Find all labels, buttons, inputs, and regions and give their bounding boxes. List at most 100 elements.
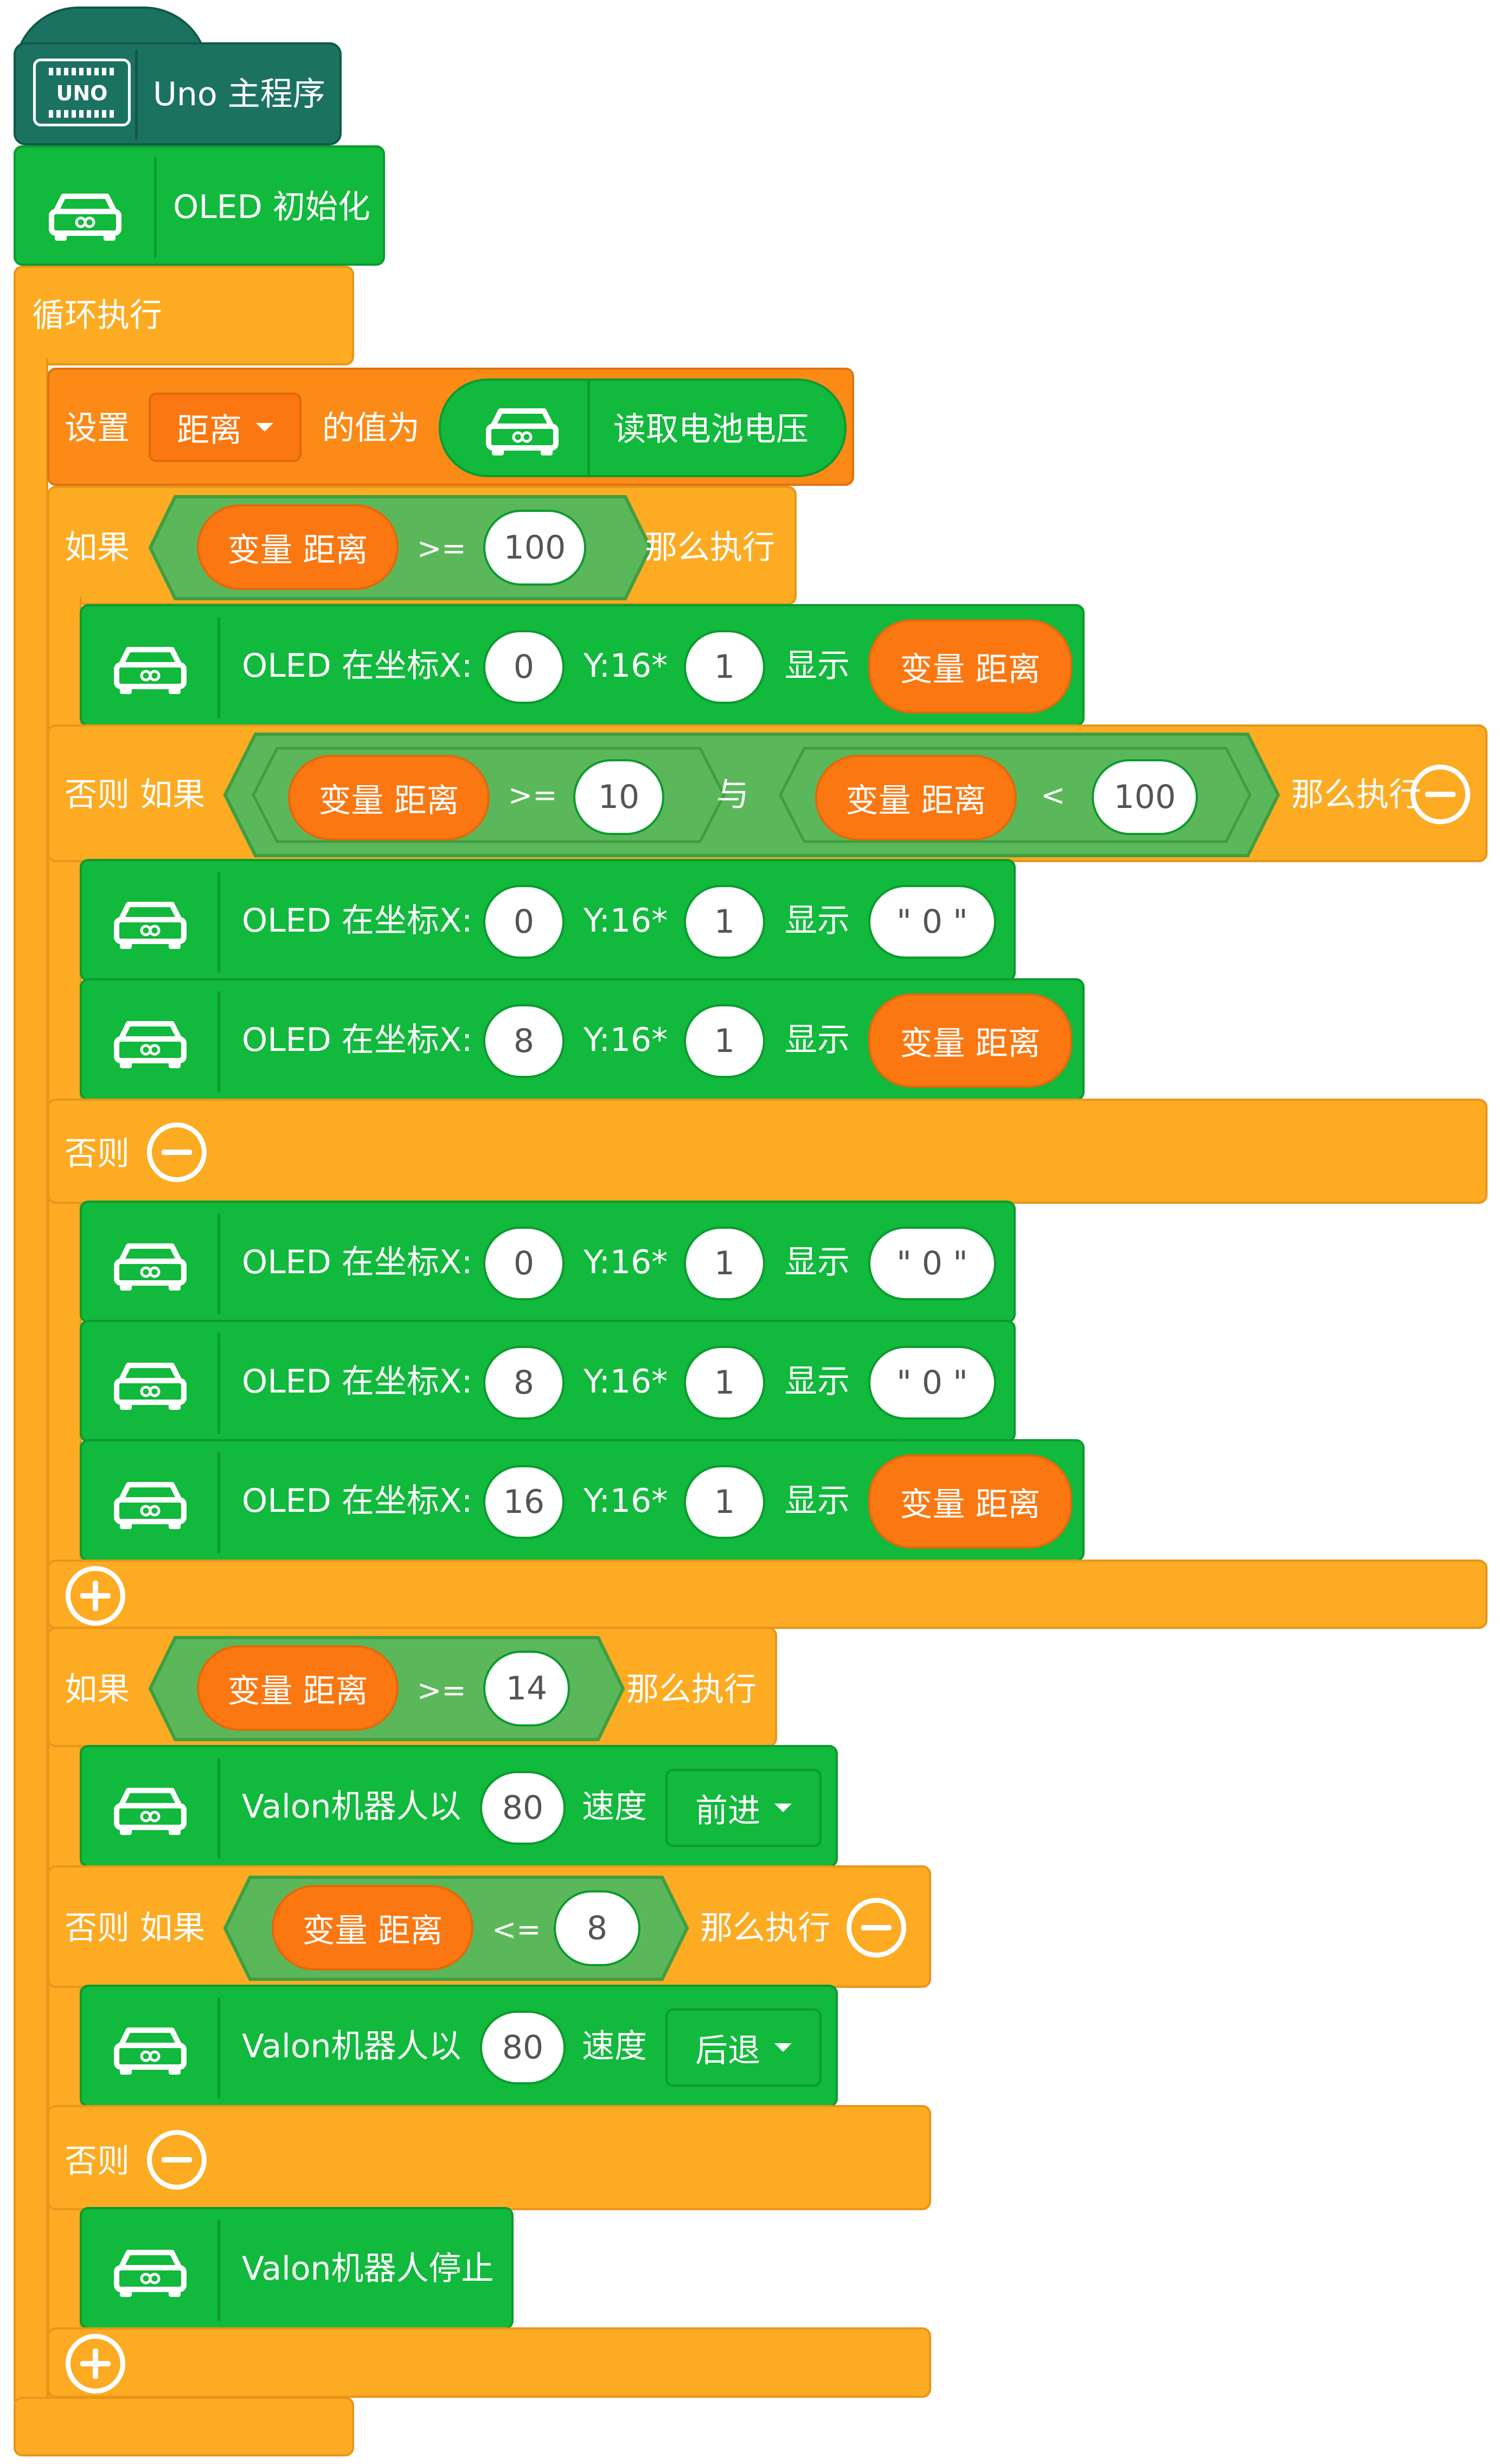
oled-coordinate-label: OLED 在坐标X: [242,1482,473,1520]
y-input[interactable]: 1 [684,885,765,959]
minus-icon[interactable] [147,1122,207,1182]
stop-label: Valon机器人停止 [242,2250,494,2288]
y-label: Y:16* [584,1021,668,1059]
robot-car-icon [112,1353,188,1413]
block-separator [217,2220,220,2321]
set-variable-block[interactable]: 设置 距离 的值为 读取电池电压 [47,368,854,486]
variable-reporter[interactable]: 变量 距离 [868,1454,1072,1549]
oled-coordinate-label: OLED 在坐标X: [242,1243,473,1281]
if-label: 如果 [65,529,130,567]
chevron-down-icon [774,2043,792,2052]
oled-display-block[interactable]: OLED 在坐标X: 0 Y:16* 1 显示 " 0 " [80,859,1016,981]
block-separator [217,1758,220,1859]
robot-stop-block[interactable]: Valon机器人停止 [80,2207,514,2330]
x-input[interactable]: 8 [483,1004,565,1078]
y-input[interactable]: 1 [684,1004,765,1078]
else-label: 否则 [65,2142,130,2180]
read-battery-voltage-reporter[interactable]: 读取电池电压 [439,378,847,477]
robot-car-icon [112,1012,188,1071]
main-program-hat-block[interactable]: UNO Uno 主程序 [14,42,342,145]
else-header[interactable]: 否则 [47,2105,931,2210]
oled-display-block[interactable]: OLED 在坐标X: 0 Y:16* 1 显示 变量 距离 [80,604,1085,727]
minus-icon[interactable] [847,1898,906,1958]
variable-reporter[interactable]: 变量 距离 [197,504,399,590]
direction-value: 前进 [695,1792,760,1830]
y-input[interactable]: 1 [684,1227,765,1300]
oled-display-block[interactable]: OLED 在坐标X: 8 Y:16* 1 显示 变量 距离 [80,978,1085,1101]
comparison-operator: >= [417,1673,466,1708]
oled-display-block[interactable]: OLED 在坐标X: 16 Y:16* 1 显示 变量 距离 [80,1439,1085,1562]
if-block-header[interactable]: 如果 变量 距离 >= 100 那么执行 [47,486,797,605]
chevron-down-icon [256,423,273,432]
direction-dropdown[interactable]: 后退 [665,2009,822,2087]
board-pins-bottom [49,110,114,118]
text-value-input[interactable]: " 0 " [868,1227,996,1300]
else-header[interactable]: 否则 [47,1099,1488,1204]
y-input[interactable]: 1 [684,1346,765,1420]
else-if-header[interactable]: 否则 如果 变量 距离 <= 8 那么执行 [47,1865,931,1988]
x-input[interactable]: 0 [483,885,565,959]
robot-car-icon [112,1234,188,1294]
show-label: 显示 [785,1482,850,1520]
oled-init-block[interactable]: OLED 初始化 [14,145,385,266]
and-label: 与 [716,776,749,814]
variable-reporter[interactable]: 变量 距离 [288,755,490,840]
direction-dropdown[interactable]: 前进 [665,1769,822,1847]
text-value-input[interactable]: " 0 " [868,885,996,959]
comparison-operator: >= [508,778,557,812]
compare-value[interactable]: 14 [483,1651,570,1727]
variable-reporter[interactable]: 变量 距离 [197,1645,399,1731]
show-label: 显示 [785,1363,850,1401]
direction-value: 后退 [695,2031,760,2070]
set-label: 设置 [65,409,130,447]
x-input[interactable]: 0 [483,1227,565,1300]
board-label: UNO [56,81,108,105]
else-if-label: 否则 如果 [65,1909,206,1947]
value-label: 的值为 [322,409,420,447]
variable-dropdown[interactable]: 距离 [149,393,302,462]
plus-icon[interactable] [66,1566,125,1626]
variable-reporter[interactable]: 变量 距离 [815,755,1017,840]
x-input[interactable]: 16 [483,1465,565,1539]
robot-move-block[interactable]: Valon机器人以 80 速度 后退 [80,1985,838,2107]
compare-value[interactable]: 10 [573,759,664,835]
oled-display-block[interactable]: OLED 在坐标X: 0 Y:16* 1 显示 " 0 " [80,1201,1016,1323]
variable-reporter[interactable]: 变量 距离 [272,1885,473,1971]
y-input[interactable]: 1 [684,630,765,704]
forever-loop-block[interactable]: 循环执行 [14,266,354,365]
oled-coordinate-label: OLED 在坐标X: [242,902,473,940]
move-label: Valon机器人以 [242,1788,461,1826]
minus-icon[interactable] [1411,765,1470,824]
show-label: 显示 [785,902,850,940]
compare-value[interactable]: 8 [554,1890,640,1966]
then-label: 那么执行 [626,1671,757,1709]
robot-move-block[interactable]: Valon机器人以 80 速度 前进 [80,1745,838,1868]
block-separator [217,1214,220,1314]
robot-car-icon [112,893,188,952]
block-separator [217,1998,220,2099]
variable-reporter[interactable]: 变量 距离 [868,993,1072,1088]
block-separator [217,1333,220,1434]
text-value-input[interactable]: " 0 " [868,1346,996,1420]
speed-input[interactable]: 80 [480,1771,566,1845]
if-block-footer [47,2327,931,2398]
x-input[interactable]: 0 [483,630,565,704]
if-block-header[interactable]: 如果 变量 距离 >= 14 那么执行 [47,1627,777,1747]
x-input[interactable]: 8 [483,1346,565,1420]
comparison-operator: >= [417,531,466,566]
compare-value[interactable]: 100 [483,510,586,586]
compare-value[interactable]: 100 [1092,759,1198,835]
block-separator [217,872,220,973]
hat-label: Uno 主程序 [153,75,325,113]
plus-icon[interactable] [66,2334,125,2394]
else-if-header[interactable]: 否则 如果 变量 距离 >= 10 与 变量 距离 < 100 那么执行 [47,724,1488,862]
variable-reporter[interactable]: 变量 距离 [868,619,1072,714]
robot-car-icon [112,2241,188,2300]
board-pins-top [49,68,114,75]
hat-separator [135,50,138,139]
comparison-operator: <= [492,1913,541,1947]
y-input[interactable]: 1 [684,1465,765,1539]
speed-input[interactable]: 80 [480,2011,566,2084]
minus-icon[interactable] [147,2130,207,2190]
oled-display-block[interactable]: OLED 在坐标X: 8 Y:16* 1 显示 " 0 " [80,1320,1016,1442]
